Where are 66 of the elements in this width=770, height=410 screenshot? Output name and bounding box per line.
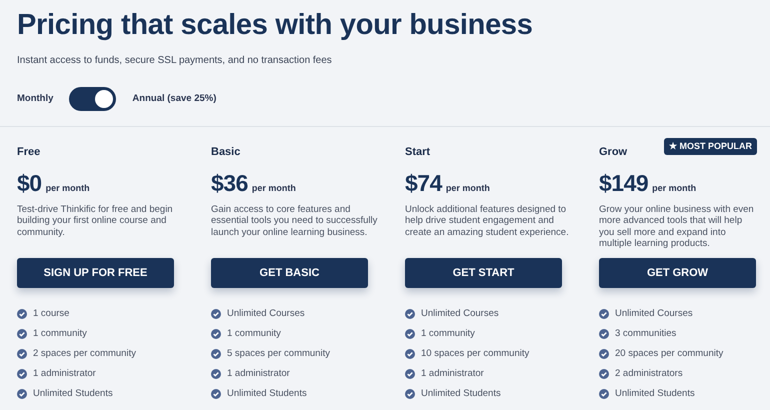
price-period: per month bbox=[446, 182, 490, 195]
plan-price: $0 bbox=[17, 170, 42, 196]
plan-button[interactable]: GET START bbox=[405, 258, 562, 288]
plan-price: $149 bbox=[599, 170, 648, 196]
feature-text: Unlimited Courses bbox=[421, 306, 499, 321]
feature-text: 1 course bbox=[33, 306, 70, 321]
feature-text: 1 administrator bbox=[227, 366, 290, 381]
plan-button[interactable]: GET BASIC bbox=[211, 258, 368, 288]
check-icon bbox=[211, 349, 221, 359]
feature-text: 1 administrator bbox=[33, 366, 96, 381]
check-icon bbox=[211, 329, 221, 339]
check-icon bbox=[17, 349, 27, 359]
plan-price: $74 bbox=[405, 170, 442, 196]
price-period: per month bbox=[46, 182, 90, 195]
feature-text: 1 community bbox=[33, 326, 87, 341]
check-icon bbox=[17, 329, 27, 339]
check-icon bbox=[599, 369, 609, 379]
plan-description: Grow your online business with even more advanced tools that will help you sell more and expand into multiple learning products. bbox=[599, 204, 755, 251]
feature-text: 5 spaces per community bbox=[227, 346, 330, 361]
subtitle: Instant access to funds, secure SSL payments, and no transaction fees bbox=[17, 54, 333, 68]
feature-text: 20 spaces per community bbox=[615, 346, 724, 361]
plan-button[interactable]: GET GROW bbox=[599, 258, 756, 288]
check-icon bbox=[405, 369, 415, 379]
popular-badge: ★ MOST POPULAR bbox=[664, 138, 757, 155]
billing-toggle[interactable] bbox=[69, 87, 116, 111]
feature-text: 10 spaces per community bbox=[421, 346, 530, 361]
feature-text: 1 community bbox=[227, 326, 281, 341]
price-period: per month bbox=[252, 182, 296, 195]
check-icon bbox=[599, 389, 609, 399]
check-icon bbox=[405, 349, 415, 359]
check-icon bbox=[599, 309, 609, 319]
plan-description: Gain access to core features and essential tools you need to successfully launch your online learning business. bbox=[211, 204, 378, 240]
feature-text: Unlimited Courses bbox=[615, 306, 693, 321]
feature-text: 2 administrators bbox=[615, 366, 683, 381]
check-icon bbox=[599, 329, 609, 339]
feature-text: Unlimited Students bbox=[421, 386, 501, 401]
check-icon bbox=[17, 309, 27, 319]
price-period: per month bbox=[652, 182, 696, 195]
check-icon bbox=[211, 369, 221, 379]
feature-text: 3 communities bbox=[615, 326, 676, 341]
check-icon bbox=[599, 349, 609, 359]
plan-name: Grow bbox=[599, 145, 628, 159]
check-icon bbox=[211, 389, 221, 399]
feature-text: Unlimited Students bbox=[33, 386, 113, 401]
feature-text: Unlimited Courses bbox=[227, 306, 305, 321]
page-title: Pricing that scales with your business bbox=[17, 8, 534, 42]
feature-text: 1 administrator bbox=[421, 366, 484, 381]
plan-name: Start bbox=[405, 145, 430, 159]
feature-text: 2 spaces per community bbox=[33, 346, 136, 361]
plan-price: $36 bbox=[211, 170, 248, 196]
plan-name: Basic bbox=[211, 145, 240, 159]
plan-name: Free bbox=[17, 145, 40, 159]
check-icon bbox=[17, 389, 27, 399]
check-icon bbox=[405, 309, 415, 319]
monthly-label: Monthly bbox=[17, 92, 54, 106]
check-icon bbox=[405, 389, 415, 399]
check-icon bbox=[405, 329, 415, 339]
feature-text: Unlimited Students bbox=[615, 386, 695, 401]
check-icon bbox=[17, 369, 27, 379]
feature-text: 1 community bbox=[421, 326, 475, 341]
plan-button[interactable]: SIGN UP FOR FREE bbox=[17, 258, 174, 288]
feature-text: Unlimited Students bbox=[227, 386, 307, 401]
plan-description: Test-drive Thinkific for free and begin building your first online course and community. bbox=[17, 204, 174, 240]
check-icon bbox=[211, 309, 221, 319]
annual-label: Annual (save 25%) bbox=[132, 92, 216, 106]
plan-description: Unlock additional features designed to help drive student engagement and create an amazing student experience. bbox=[405, 204, 570, 240]
